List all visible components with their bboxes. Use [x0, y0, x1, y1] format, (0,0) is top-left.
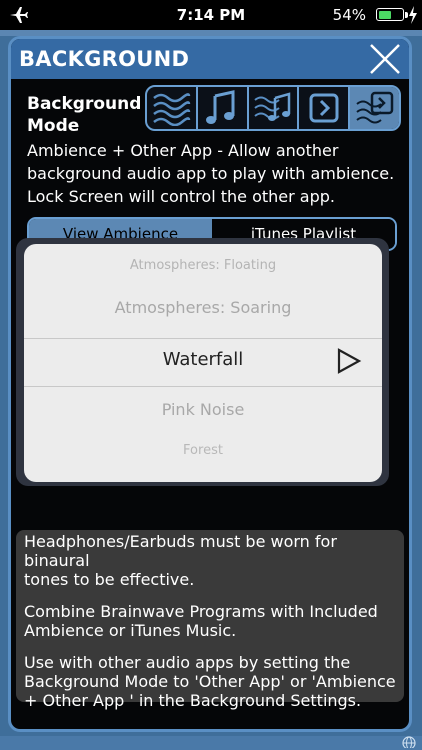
description-line: background audio app to play with ambien…	[27, 164, 395, 183]
battery-icon	[376, 8, 404, 21]
background-mode-label: Background Mode	[27, 93, 141, 137]
picker-item[interactable]: Atmospheres: Soaring	[24, 298, 382, 317]
mode-other-app-button[interactable]	[299, 87, 351, 129]
info-line: Combine Brainwave Programs with Included	[24, 602, 378, 621]
info-paragraph: Use with other audio apps by setting the…	[24, 653, 398, 710]
info-line: Background Mode to 'Other App' or 'Ambie…	[24, 672, 396, 691]
info-paragraph: Headphones/Earbuds must be worn for bina…	[24, 532, 398, 589]
waves-and-music-icon	[254, 92, 291, 121]
info-box: Headphones/Earbuds must be worn for bina…	[16, 530, 404, 710]
charging-bolt-icon	[409, 6, 417, 24]
ambience-plus-other-app-icon	[355, 91, 393, 124]
picker-item[interactable]: Pink Noise	[24, 400, 382, 419]
picker-item[interactable]: Atmospheres: Floating	[24, 258, 382, 273]
other-app-icon	[309, 93, 339, 123]
play-triangle-icon[interactable]	[336, 347, 362, 375]
background-stripe-bottom	[0, 736, 422, 750]
mode-ambience-plus-other-app-button[interactable]	[350, 87, 399, 129]
info-line: Use with other audio apps by setting the	[24, 653, 351, 672]
info-line: Headphones/Earbuds must be worn for bina…	[24, 532, 337, 570]
close-icon[interactable]	[367, 41, 403, 77]
picker-selection-line-bottom	[24, 386, 382, 387]
mode-music-button[interactable]	[198, 87, 249, 129]
picker-item-selected[interactable]: Waterfall	[24, 349, 382, 370]
status-bar: 7:14 PM 54%	[0, 0, 422, 30]
description-line: Ambience + Other App - Allow another	[27, 141, 339, 160]
background-mode-selector	[145, 85, 401, 131]
background-mode-label-line1: Background	[27, 94, 142, 114]
info-line: + Other App ' in the Background Settings…	[24, 691, 362, 710]
music-note-icon	[206, 90, 235, 124]
battery-level-fill	[378, 10, 391, 19]
description-line: Lock Screen will control the other app.	[27, 187, 335, 206]
battery-percent: 54%	[332, 6, 366, 24]
info-line: Ambience or iTunes Music.	[24, 621, 237, 640]
mode-ambience-button[interactable]	[147, 87, 198, 129]
ambience-waves-icon	[153, 93, 191, 126]
globe-icon	[402, 736, 416, 748]
background-mode-label-line2: Mode	[27, 116, 80, 136]
mode-waves-and-music-button[interactable]	[249, 87, 300, 129]
background-mode-description: Ambience + Other App - Allow another bac…	[27, 139, 407, 208]
panel-title: BACKGROUND	[19, 47, 190, 71]
ambience-picker[interactable]: Atmospheres: Floating Atmospheres: Soari…	[24, 244, 382, 482]
info-paragraph: Combine Brainwave Programs with Included…	[24, 602, 398, 640]
info-line: tones to be effective.	[24, 570, 195, 589]
panel-header: BACKGROUND	[11, 39, 409, 79]
picker-selection-line-top	[24, 338, 382, 339]
picker-item[interactable]: Forest	[24, 443, 382, 458]
